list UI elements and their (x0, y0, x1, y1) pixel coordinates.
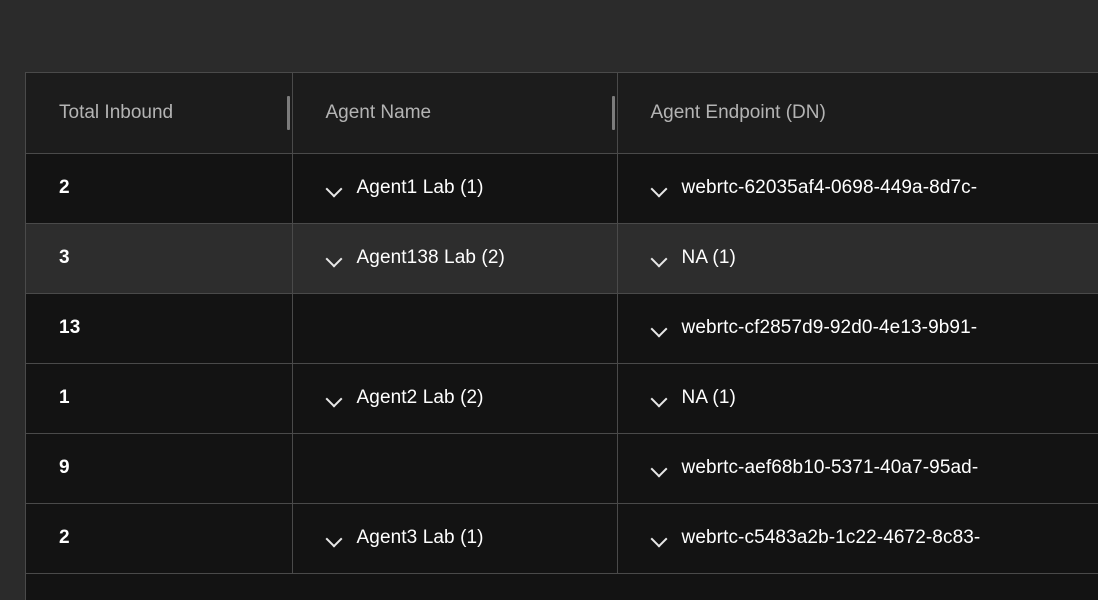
grid-body: 2 Agent1 Lab (1) webrtc-62035af4-0698-44… (26, 153, 1098, 600)
column-header-agent-endpoint-label: Agent Endpoint (DN) (650, 101, 826, 123)
chevron-down-icon[interactable] (651, 320, 668, 337)
agent-name-text: Agent2 Lab (2) (356, 387, 484, 408)
chevron-down-icon[interactable] (651, 530, 668, 547)
header-row: Total Inbound Agent Name Agent Endpoint … (26, 73, 1098, 154)
column-header-total-inbound[interactable]: Total Inbound (26, 73, 293, 154)
column-header-agent-endpoint[interactable]: Agent Endpoint (DN) (617, 73, 1098, 154)
cell-total-inbound: 3 (26, 223, 293, 294)
chevron-down-icon[interactable] (326, 390, 343, 407)
table-row[interactable]: 3 Agent138 Lab (2) NA (1) (26, 223, 1098, 294)
agent-name-text: Agent138 Lab (2) (356, 247, 505, 268)
chevron-down-icon-placeholder (326, 460, 343, 477)
chevron-down-icon[interactable] (326, 530, 343, 547)
cell-total-inbound (26, 573, 292, 600)
cell-agent-endpoint[interactable]: webrtc-62035af4-0698-449a-8d7c- (617, 153, 1098, 224)
cell-agent-endpoint[interactable]: webrtc-cf2857d9-92d0-4e13-9b91- (617, 293, 1098, 364)
cell-agent-name[interactable]: Agent1 Lab (1) (292, 153, 618, 224)
app-root: Total Inbound Agent Name Agent Endpoint … (0, 0, 1098, 600)
chevron-down-icon[interactable] (326, 180, 343, 197)
table-row[interactable]: 9 webrtc-aef68b10-5371-40a7-95ad- (26, 433, 1098, 504)
cell-total-inbound: 2 (26, 153, 293, 224)
cell-total-inbound: 13 (26, 293, 293, 364)
agent-endpoint-text: NA (1) (681, 247, 736, 268)
chevron-down-icon[interactable] (651, 250, 668, 267)
column-resize-handle-total-inbound[interactable] (286, 95, 290, 130)
table-row[interactable] (26, 573, 1098, 600)
chevron-down-icon-placeholder (326, 320, 343, 337)
cell-total-inbound: 9 (26, 433, 293, 504)
agent-endpoint-text: webrtc-aef68b10-5371-40a7-95ad- (681, 457, 979, 478)
data-grid: Total Inbound Agent Name Agent Endpoint … (26, 73, 1098, 600)
chevron-down-icon[interactable] (651, 460, 668, 477)
table-row[interactable]: 2 Agent3 Lab (1) webrtc-c5483a2b-1c22-46… (26, 503, 1098, 574)
chevron-down-icon[interactable] (651, 390, 668, 407)
data-grid-container: Total Inbound Agent Name Agent Endpoint … (25, 72, 1098, 600)
chevron-down-icon[interactable] (326, 250, 343, 267)
column-header-agent-name[interactable]: Agent Name (292, 73, 618, 154)
column-header-total-inbound-label: Total Inbound (59, 101, 174, 123)
chevron-down-icon[interactable] (651, 180, 668, 197)
agent-name-text: Agent3 Lab (1) (356, 527, 484, 548)
cell-agent-endpoint[interactable] (617, 573, 1098, 600)
grid-header: Total Inbound Agent Name Agent Endpoint … (26, 73, 1098, 154)
cell-agent-name[interactable] (292, 293, 618, 364)
cell-agent-name[interactable] (292, 433, 618, 504)
cell-agent-endpoint[interactable]: NA (1) (617, 363, 1098, 434)
cell-agent-name[interactable]: Agent3 Lab (1) (292, 503, 618, 574)
agent-endpoint-text: webrtc-62035af4-0698-449a-8d7c- (681, 177, 978, 198)
cell-agent-name[interactable]: Agent138 Lab (2) (292, 223, 618, 294)
cell-agent-endpoint[interactable]: webrtc-c5483a2b-1c22-4672-8c83- (617, 503, 1098, 574)
agent-endpoint-text: webrtc-cf2857d9-92d0-4e13-9b91- (681, 317, 978, 338)
cell-agent-endpoint[interactable]: NA (1) (617, 223, 1098, 294)
cell-agent-name[interactable]: Agent2 Lab (2) (292, 363, 618, 434)
table-row[interactable]: 1 Agent2 Lab (2) NA (1) (26, 363, 1098, 434)
cell-total-inbound: 1 (26, 363, 293, 434)
cell-agent-endpoint[interactable]: webrtc-aef68b10-5371-40a7-95ad- (617, 433, 1098, 504)
agent-name-text: Agent1 Lab (1) (356, 177, 484, 198)
cell-agent-name[interactable] (292, 573, 617, 600)
cell-total-inbound: 2 (26, 503, 293, 574)
agent-endpoint-text: NA (1) (681, 387, 736, 408)
column-resize-handle-agent-name[interactable] (611, 95, 615, 130)
table-row[interactable]: 2 Agent1 Lab (1) webrtc-62035af4-0698-44… (26, 153, 1098, 224)
agent-endpoint-text: webrtc-c5483a2b-1c22-4672-8c83- (681, 527, 981, 548)
table-row[interactable]: 13 webrtc-cf2857d9-92d0-4e13-9b91- (26, 293, 1098, 364)
column-header-agent-name-label: Agent Name (325, 101, 432, 123)
